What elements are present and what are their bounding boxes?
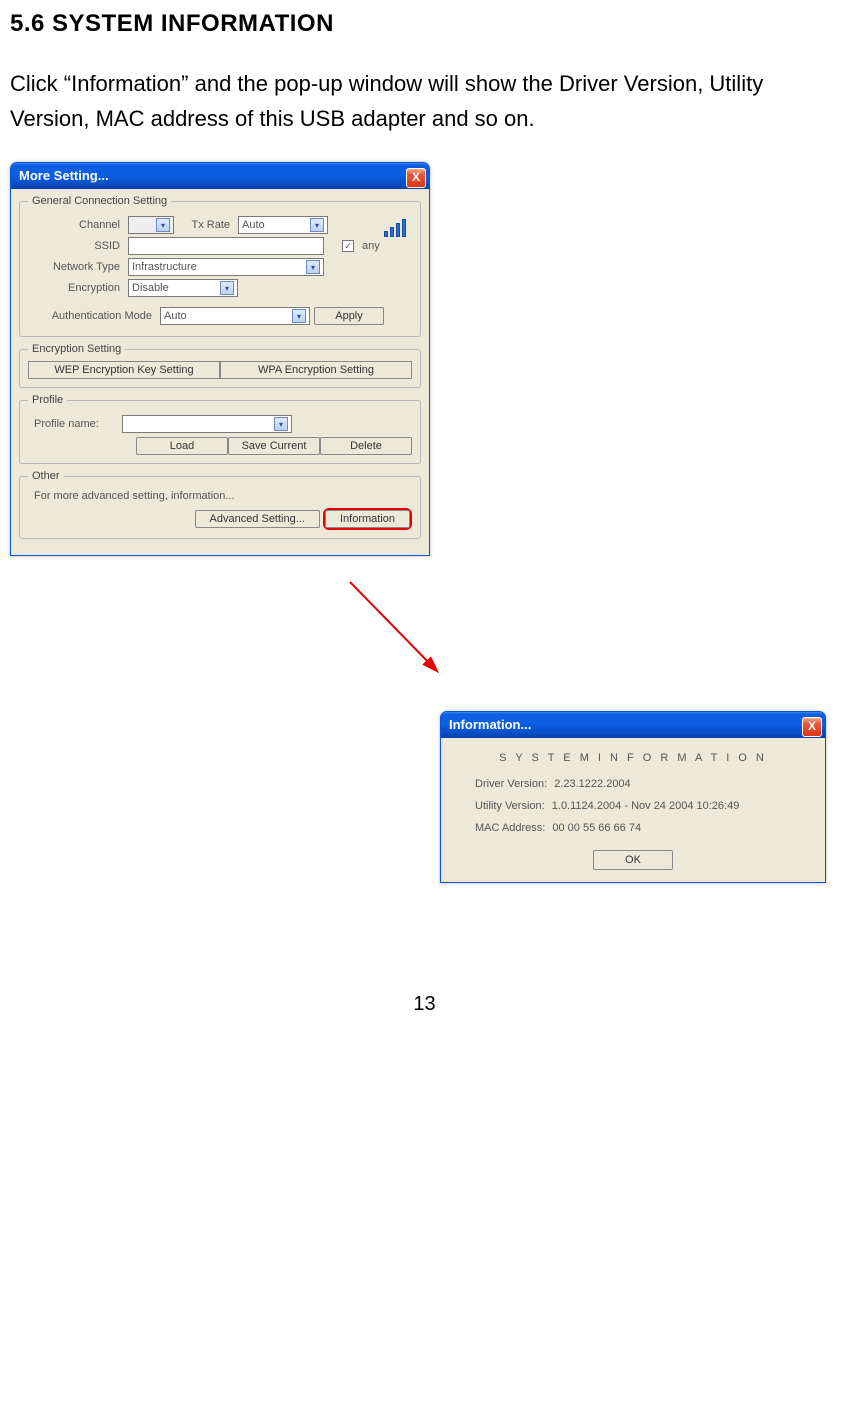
- profile-legend: Profile: [28, 394, 67, 406]
- authmode-label: Authentication Mode: [28, 310, 156, 322]
- arrow-icon: [340, 574, 460, 684]
- channel-select[interactable]: ▾: [128, 216, 174, 234]
- intro-text: Click “Information” and the pop-up windo…: [10, 66, 839, 136]
- ssid-input[interactable]: [128, 237, 324, 255]
- other-legend: Other: [28, 470, 64, 482]
- window-title: Information...: [449, 717, 531, 732]
- mac-value: 00 00 55 66 66 74: [552, 822, 641, 834]
- information-window: Information... X S Y S T E M I N F O R M…: [440, 711, 826, 883]
- window-title: More Setting...: [19, 168, 109, 183]
- load-button[interactable]: Load: [136, 437, 228, 455]
- profile-select[interactable]: ▾: [122, 415, 292, 433]
- mac-label: MAC Address:: [475, 822, 545, 834]
- wep-setting-button[interactable]: WEP Encryption Key Setting: [28, 361, 220, 379]
- other-fieldset: Other For more advanced setting, informa…: [19, 470, 421, 539]
- profile-name-label: Profile name:: [28, 418, 118, 430]
- encryption-setting-fieldset: Encryption Setting WEP Encryption Key Se…: [19, 343, 421, 388]
- txrate-select[interactable]: Auto ▾: [238, 216, 328, 234]
- chevron-down-icon: ▾: [220, 281, 234, 295]
- page-number: 13: [10, 993, 839, 1016]
- ssid-label: SSID: [28, 240, 124, 252]
- encryption-label: Encryption: [28, 282, 124, 294]
- encset-legend: Encryption Setting: [28, 343, 125, 355]
- wpa-setting-button[interactable]: WPA Encryption Setting: [220, 361, 412, 379]
- titlebar: Information... X: [441, 712, 825, 738]
- nettype-select[interactable]: Infrastructure ▾: [128, 258, 324, 276]
- apply-button[interactable]: Apply: [314, 307, 384, 325]
- encryption-select[interactable]: Disable ▾: [128, 279, 238, 297]
- section-heading: 5.6 SYSTEM INFORMATION: [10, 10, 839, 38]
- driver-label: Driver Version:: [475, 778, 547, 790]
- other-text: For more advanced setting, information..…: [28, 488, 412, 508]
- nettype-value: Infrastructure: [132, 261, 197, 273]
- utility-label: Utility Version:: [475, 800, 545, 812]
- chevron-down-icon: ▾: [306, 260, 320, 274]
- chevron-down-icon: ▾: [274, 417, 288, 431]
- signal-icon: [384, 213, 412, 237]
- nettype-label: Network Type: [28, 261, 124, 273]
- sysinfo-heading: S Y S T E M I N F O R M A T I O N: [457, 752, 809, 764]
- save-current-button[interactable]: Save Current: [228, 437, 320, 455]
- information-button[interactable]: Information: [325, 510, 410, 528]
- titlebar: More Setting... X: [11, 163, 429, 189]
- chevron-down-icon: ▾: [156, 218, 170, 232]
- authmode-select[interactable]: Auto ▾: [160, 307, 310, 325]
- delete-button[interactable]: Delete: [320, 437, 412, 455]
- authmode-value: Auto: [164, 310, 187, 322]
- ok-button[interactable]: OK: [593, 850, 673, 870]
- encryption-value: Disable: [132, 282, 169, 294]
- close-icon[interactable]: X: [802, 717, 822, 737]
- advanced-setting-button[interactable]: Advanced Setting...: [195, 510, 320, 528]
- general-connection-fieldset: General Connection Setting Channel ▾ Tx …: [19, 195, 421, 337]
- txrate-value: Auto: [242, 219, 265, 231]
- driver-value: 2.23.1222.2004: [554, 778, 630, 790]
- more-setting-window: More Setting... X General Connection Set…: [10, 162, 430, 556]
- channel-label: Channel: [28, 219, 124, 231]
- chevron-down-icon: ▾: [292, 309, 306, 323]
- profile-fieldset: Profile Profile name: ▾ Load Save Curren…: [19, 394, 421, 464]
- any-checkbox[interactable]: ✓: [342, 240, 354, 252]
- close-icon[interactable]: X: [406, 168, 426, 188]
- general-legend: General Connection Setting: [28, 195, 171, 207]
- utility-value: 1.0.1124.2004 - Nov 24 2004 10:26:49: [552, 800, 740, 812]
- info-button-highlight: Information: [323, 508, 412, 530]
- chevron-down-icon: ▾: [310, 218, 324, 232]
- any-label: any: [362, 240, 380, 252]
- txrate-label: Tx Rate: [178, 219, 234, 231]
